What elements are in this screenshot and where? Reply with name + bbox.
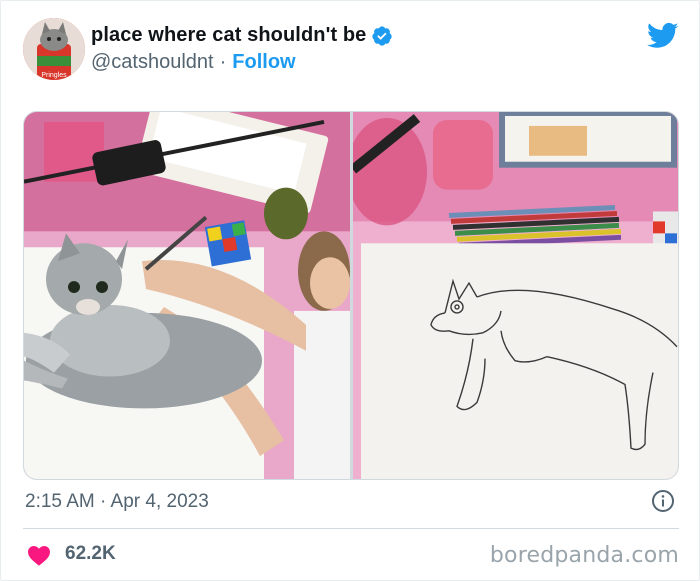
verified-badge-icon [372,25,393,46]
tweet-timestamp[interactable]: 2:15 AM · Apr 4, 2023 [25,491,209,513]
display-name[interactable]: place where cat shouldn't be [91,24,366,47]
twitter-bird-icon[interactable] [647,22,679,50]
author-handle[interactable]: @catshouldnt [91,51,214,73]
photo-cat-drawing[interactable] [353,112,679,479]
tweet-media[interactable] [23,111,679,480]
handle-row: @catshouldnt · Follow [91,51,296,74]
tweet-footer: 62.2K boredpanda.com [23,539,679,573]
info-icon[interactable] [651,489,675,513]
timestamp-row: 2:15 AM · Apr 4, 2023 [23,489,679,515]
avatar-image: Pringles [23,18,85,80]
tweet-header: Pringles place where cat shouldn't be @c… [23,18,683,82]
divider [23,528,679,529]
separator-dot: · [219,51,227,73]
author-name-row: place where cat shouldn't be [91,24,393,47]
tweet-card: Pringles place where cat shouldn't be @c… [0,0,700,581]
photo-girl-with-cat[interactable] [24,112,350,479]
follow-button[interactable]: Follow [232,51,295,73]
like-count[interactable]: 62.2K [65,543,116,565]
heart-icon[interactable] [27,544,51,566]
watermark: boredpanda.com [489,543,679,568]
avatar-logo-text: Pringles [41,72,67,79]
avatar[interactable]: Pringles [23,18,85,80]
